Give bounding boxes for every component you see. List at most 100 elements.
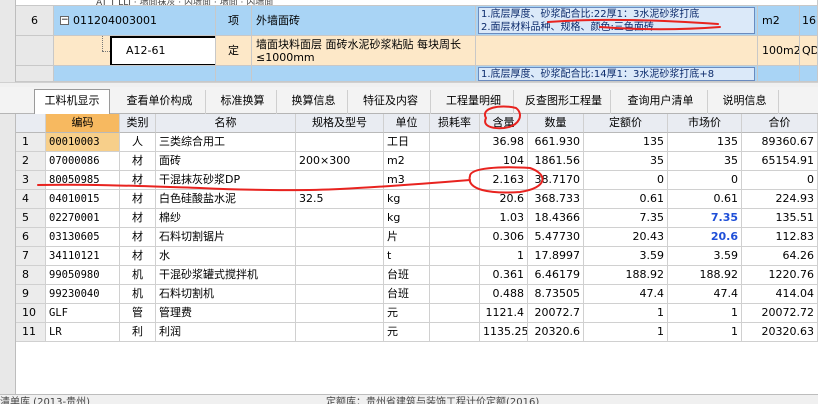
item-feature-cell[interactable]: 1.底层厚度、砂浆配合比:22厚1：3水泥砂浆打底 2.面层材料品种、规格、颜色… xyxy=(476,6,758,36)
table-row[interactable]: 8 99050980 机干混砂浆罐式搅拌机 台班 0.361 6.46179 188.92 1… xyxy=(16,266,818,285)
resource-name[interactable]: 白色硅酸盐水泥 xyxy=(156,190,296,209)
resource-quantity[interactable]: 20320.6 xyxy=(528,323,584,342)
resource-loss-rate[interactable] xyxy=(430,209,480,228)
resource-quantity[interactable]: 5.47730 xyxy=(528,228,584,247)
resource-content[interactable]: 2.163 xyxy=(480,171,528,190)
tab-features-content[interactable]: 特征及内容 xyxy=(351,90,431,114)
header-quantity[interactable]: 数量 xyxy=(528,114,584,133)
resource-market-price[interactable]: 3.59 xyxy=(668,247,742,266)
resource-content[interactable]: 0.488 xyxy=(480,285,528,304)
resource-quota-price[interactable]: 0 xyxy=(584,171,668,190)
header-code[interactable]: 编码 xyxy=(46,114,120,133)
resource-unit[interactable]: 元 xyxy=(384,323,430,342)
table-row[interactable]: 6 03130605 材石料切割锯片 片 0.306 5.47730 20.43 20.6 11… xyxy=(16,228,818,247)
resource-quantity[interactable]: 1861.56 xyxy=(528,152,584,171)
resource-category[interactable]: 管 xyxy=(120,304,156,323)
resource-content[interactable]: 104 xyxy=(480,152,528,171)
resource-quantity[interactable]: 17.8997 xyxy=(528,247,584,266)
resource-name[interactable]: 棉纱 xyxy=(156,209,296,228)
table-row[interactable]: 10 GLF 管管理费元 1121.4 20072.7 1 1 20072.72 xyxy=(16,304,818,323)
tab-quantity-detail[interactable]: 工程量明细 xyxy=(434,90,514,114)
resource-loss-rate[interactable] xyxy=(430,323,480,342)
header-spec[interactable]: 规格及型号 xyxy=(296,114,384,133)
resource-quota-price[interactable]: 0.61 xyxy=(584,190,668,209)
resource-spec[interactable]: 200×300 xyxy=(296,152,384,171)
header-market-price[interactable]: 市场价 xyxy=(668,114,742,133)
resource-unit[interactable]: m2 xyxy=(384,152,430,171)
quota-code-editor[interactable]: A12-61 xyxy=(110,36,215,65)
next-code-cell[interactable] xyxy=(54,66,216,82)
item-code-cell[interactable]: − 011204003001 xyxy=(54,6,216,36)
resource-code[interactable]: 80050985 xyxy=(46,171,120,190)
resource-name[interactable]: 石料切割机 xyxy=(156,285,296,304)
header-total[interactable]: 合价 xyxy=(742,114,818,133)
resource-quantity[interactable]: 38.7170 xyxy=(528,171,584,190)
resource-name[interactable]: 水 xyxy=(156,247,296,266)
table-row[interactable]: 3 80050985 材干混抹灰砂浆DP m3 2.163 38.7170 0 0 0 xyxy=(16,171,818,190)
resource-spec[interactable] xyxy=(296,228,384,247)
item-name[interactable]: 外墙面砖 xyxy=(252,6,476,36)
resource-market-price[interactable]: 35 xyxy=(668,152,742,171)
tab-reverse-graphic-quantity[interactable]: 反查图形工程量 xyxy=(517,90,611,114)
resource-market-price[interactable]: 20.6 xyxy=(668,228,742,247)
resource-unit[interactable]: 元 xyxy=(384,304,430,323)
table-row[interactable]: 4 04010015 材白色硅酸盐水泥 32.5 kg 20.6 368.733 0.61 0.… xyxy=(16,190,818,209)
resource-total[interactable]: 135.51 xyxy=(742,209,818,228)
resource-total[interactable]: 224.93 xyxy=(742,190,818,209)
tab-conversion-info[interactable]: 换算信息 xyxy=(280,90,348,114)
resource-loss-rate[interactable] xyxy=(430,152,480,171)
header-category[interactable]: 类别 xyxy=(120,114,156,133)
resource-quota-price[interactable]: 35 xyxy=(584,152,668,171)
resource-quota-price[interactable]: 47.4 xyxy=(584,285,668,304)
resource-category[interactable]: 材 xyxy=(120,190,156,209)
resource-category[interactable]: 材 xyxy=(120,247,156,266)
resource-market-price[interactable]: 0 xyxy=(668,171,742,190)
bill-item-row-next[interactable]: 1.底层厚度、砂浆配合比:14厚1：3水泥砂浆打底+8 xyxy=(16,66,818,82)
resource-code[interactable]: 02270001 xyxy=(46,209,120,228)
resource-name[interactable]: 管理费 xyxy=(156,304,296,323)
resource-code[interactable]: 34110121 xyxy=(46,247,120,266)
resource-total[interactable]: 112.83 xyxy=(742,228,818,247)
resource-quantity[interactable]: 20072.7 xyxy=(528,304,584,323)
resource-total[interactable]: 1220.76 xyxy=(742,266,818,285)
resource-loss-rate[interactable] xyxy=(430,171,480,190)
next-feature-cell[interactable]: 1.底层厚度、砂浆配合比:14厚1：3水泥砂浆打底+8 xyxy=(476,66,758,82)
table-row[interactable]: 2 07000086 材面砖 200×300 m2 104 1861.56 35 35 65154… xyxy=(16,152,818,171)
resource-total[interactable]: 0 xyxy=(742,171,818,190)
resource-quota-price[interactable]: 188.92 xyxy=(584,266,668,285)
resource-name[interactable]: 石料切割锯片 xyxy=(156,228,296,247)
resource-content[interactable]: 1121.4 xyxy=(480,304,528,323)
resource-category[interactable]: 材 xyxy=(120,228,156,247)
quota-code-cell[interactable]: A12-61 xyxy=(54,36,216,66)
resource-market-price[interactable]: 188.92 xyxy=(668,266,742,285)
resource-unit[interactable]: 台班 xyxy=(384,285,430,304)
resource-loss-rate[interactable] xyxy=(430,304,480,323)
resource-code[interactable]: 03130605 xyxy=(46,228,120,247)
resource-market-price[interactable]: 135 xyxy=(668,133,742,152)
resource-spec[interactable] xyxy=(296,323,384,342)
resource-quota-price[interactable]: 1 xyxy=(584,323,668,342)
header-content[interactable]: 含量 xyxy=(480,114,528,133)
resource-content[interactable]: 0.361 xyxy=(480,266,528,285)
resource-content[interactable]: 1.03 xyxy=(480,209,528,228)
resource-name[interactable]: 干混抹灰砂浆DP xyxy=(156,171,296,190)
resource-quota-price[interactable]: 20.43 xyxy=(584,228,668,247)
resource-spec[interactable] xyxy=(296,304,384,323)
resource-quota-price[interactable]: 1 xyxy=(584,304,668,323)
tab-query-user-list[interactable]: 查询用户清单 xyxy=(614,90,708,114)
resource-spec[interactable] xyxy=(296,209,384,228)
resource-unit[interactable]: kg xyxy=(384,209,430,228)
resource-spec[interactable] xyxy=(296,171,384,190)
table-row[interactable]: 9 99230040 机石料切割机 台班 0.488 8.73505 47.4 47.4 414… xyxy=(16,285,818,304)
next-name-cell[interactable] xyxy=(252,66,476,82)
resource-content[interactable]: 1135.25 xyxy=(480,323,528,342)
resource-code[interactable]: GLF xyxy=(46,304,120,323)
quota-name[interactable]: 墙面块料面层 面砖水泥砂浆粘贴 每块周长≤1000mm xyxy=(252,36,476,66)
resource-spec[interactable]: 32.5 xyxy=(296,190,384,209)
resource-category[interactable]: 材 xyxy=(120,152,156,171)
resource-unit[interactable]: m3 xyxy=(384,171,430,190)
resource-quantity[interactable]: 8.73505 xyxy=(528,285,584,304)
resource-name[interactable]: 三类综合用工 xyxy=(156,133,296,152)
resource-unit[interactable]: 工日 xyxy=(384,133,430,152)
resource-spec[interactable] xyxy=(296,133,384,152)
